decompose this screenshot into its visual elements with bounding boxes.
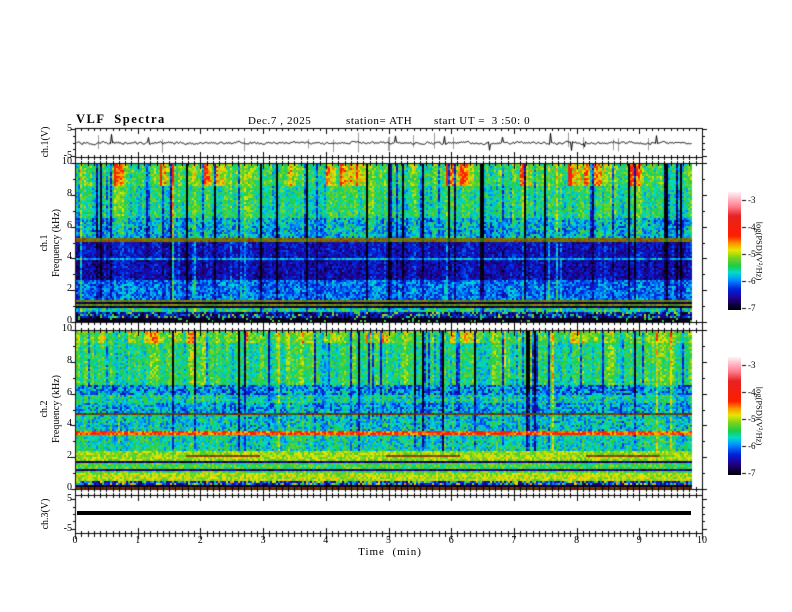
x-tick-label: 4 bbox=[323, 535, 329, 546]
vlf-spectra-figure: VLF Spectra Dec.7 , 2025 station= ATH st… bbox=[0, 0, 792, 612]
x-tick-label: 0 bbox=[72, 535, 78, 546]
colorbar-tick-label: -3 bbox=[748, 360, 756, 371]
x-tick-label: 8 bbox=[574, 535, 580, 546]
colorbar-tick-label: -6 bbox=[748, 276, 756, 287]
spec1-frequency-axis-label: Frequency (kHz) bbox=[51, 208, 62, 278]
y-tick-label: 8 bbox=[67, 187, 72, 199]
x-tick-label: 6 bbox=[448, 535, 454, 546]
time-axis-label: Time (min) bbox=[358, 546, 422, 558]
y-tick-label: 2 bbox=[67, 450, 72, 462]
colorbar-tick-label: -4 bbox=[748, 222, 756, 233]
x-tick-label: 2 bbox=[197, 535, 203, 546]
plot-title: VLF Spectra bbox=[76, 112, 166, 126]
y-tick-label: -5 bbox=[63, 149, 72, 161]
x-tick-label: 7 bbox=[511, 535, 517, 546]
x-tick-label: 1 bbox=[135, 535, 141, 546]
x-tick-label: 10 bbox=[697, 535, 707, 546]
spec2-frequency-axis-label: Frequency (kHz) bbox=[51, 374, 62, 444]
y-tick-label: 0 bbox=[67, 482, 72, 493]
y-tick-label: 5 bbox=[67, 123, 72, 135]
x-tick-label: 9 bbox=[636, 535, 642, 546]
y-tick-label: 5 bbox=[67, 493, 72, 505]
colorbar-2-label: log(PSD)(V²/Hz) bbox=[754, 386, 765, 446]
y-tick-label: -5 bbox=[63, 522, 72, 534]
colorbar-tick-label: -7 bbox=[748, 468, 756, 479]
colorbar-tick-label: -7 bbox=[748, 303, 756, 314]
axes-frames-and-ticks bbox=[0, 0, 792, 612]
colorbar-tick-label: -3 bbox=[748, 195, 756, 206]
x-tick-label: 3 bbox=[260, 535, 266, 546]
y-tick-label: 10 bbox=[62, 323, 72, 334]
spec2-channel-label: ch.2 bbox=[39, 400, 50, 418]
y-tick-label: 8 bbox=[67, 354, 72, 366]
colorbar-tick-label: -5 bbox=[748, 414, 756, 425]
x-tick-label: 5 bbox=[386, 535, 391, 546]
header-date: Dec.7 , 2025 bbox=[248, 115, 312, 127]
header-start-ut: start UT = 3 :50: 0 bbox=[434, 115, 531, 127]
colorbar-tick-label: -4 bbox=[748, 387, 756, 398]
colorbar-1-label: log(PSD)(V²/Hz) bbox=[754, 221, 765, 281]
spec1-channel-label: ch.1 bbox=[39, 234, 50, 252]
y-tick-label: 4 bbox=[67, 418, 72, 430]
y-tick-label: 4 bbox=[67, 251, 72, 263]
y-tick-label: 6 bbox=[67, 219, 72, 231]
header-station: station= ATH bbox=[346, 115, 413, 127]
y-tick-label: 6 bbox=[67, 386, 72, 398]
colorbar-tick-label: -6 bbox=[748, 441, 756, 452]
y-tick-label: 2 bbox=[67, 283, 72, 295]
colorbar-tick-label: -5 bbox=[748, 249, 756, 260]
